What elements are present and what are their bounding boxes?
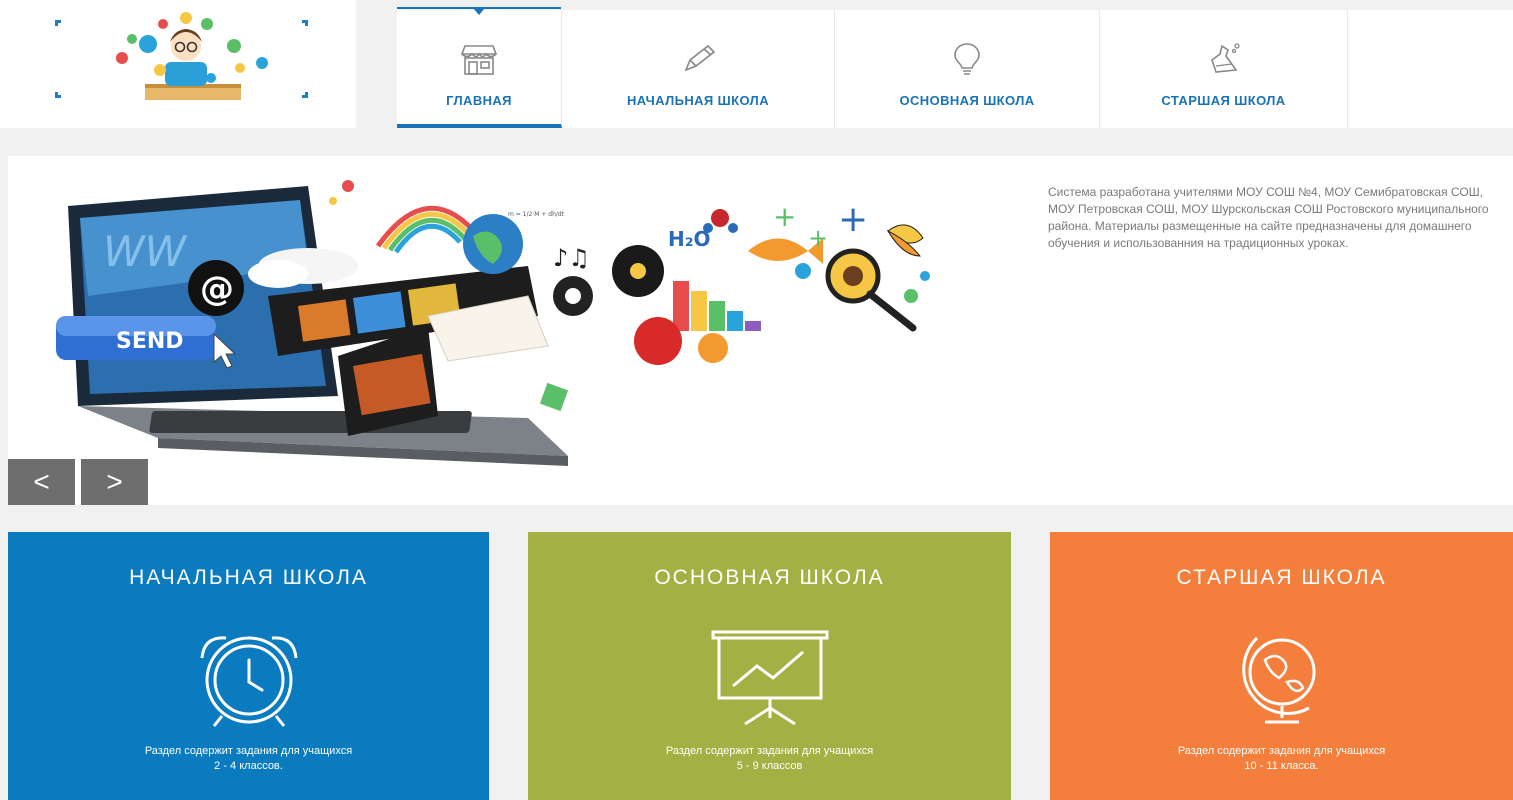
card-primary-school[interactable]: НАЧАЛЬНАЯ ШКОЛА Раздел содержит задания … (8, 532, 489, 800)
banner-plus-2: + (808, 224, 828, 252)
nav-item-primary-school[interactable]: НАЧАЛЬНАЯ ШКОЛА (562, 10, 835, 128)
banner-equation: m = 1/2·M + dh/dt (508, 211, 565, 218)
nav-empty-area (1348, 10, 1513, 128)
card-desc-primary-line2: 2 - 4 классов. (214, 760, 283, 772)
pencil-icon (684, 44, 716, 72)
lightbulb-icon (954, 43, 980, 75)
nav-spacer (356, 10, 397, 128)
card-title-high: СТАРШАЯ ШКОЛА (1176, 566, 1387, 589)
nav-item-high-school[interactable]: СТАРШАЯ ШКОЛА (1100, 10, 1348, 128)
page-root: ГЛАВНАЯ НАЧАЛЬНАЯ ШКОЛА ОСНОВНАЯ ШКОЛА С… (0, 0, 1513, 800)
card-desc-high-line1: Раздел содержит задания для учащихся (1177, 745, 1386, 757)
card-desc-basic: Раздел содержит задания для учащихся 5 -… (528, 744, 1011, 774)
flask-icon (1210, 43, 1240, 73)
chevron-right-icon: > (106, 466, 123, 497)
nav-item-basic-school[interactable]: ОСНОВНАЯ ШКОЛА (835, 10, 1100, 128)
card-desc-primary: Раздел содержит задания для учащихся 2 -… (8, 744, 489, 774)
banner-plus-3: + (838, 199, 868, 240)
hero-section: WW @ SEND ♪♫ H₂O m = 1/2·M + dh/dt + + +… (8, 156, 1513, 505)
site-logo[interactable] (0, 0, 356, 128)
card-desc-high: Раздел содержит задания для учащихся 10 … (1050, 744, 1513, 774)
main-nav: ГЛАВНАЯ НАЧАЛЬНАЯ ШКОЛА ОСНОВНАЯ ШКОЛА С… (356, 7, 1513, 128)
card-desc-basic-line2: 5 - 9 классов (736, 760, 803, 772)
nav-label-primary-school: НАЧАЛЬНАЯ ШКОЛА (627, 93, 769, 108)
banner-send-label: SEND (116, 329, 184, 354)
nav-label-basic-school: ОСНОВНАЯ ШКОЛА (899, 93, 1035, 108)
nav-label-high-school: СТАРШАЯ ШКОЛА (1161, 93, 1286, 108)
card-desc-high-line2: 10 - 11 класса. (1244, 760, 1319, 772)
card-high-school[interactable]: СТАРШАЯ ШКОЛА Раздел содержит задания дл… (1050, 532, 1513, 800)
card-title-primary: НАЧАЛЬНАЯ ШКОЛА (129, 566, 368, 589)
card-desc-basic-line1: Раздел содержит задания для учащихся (665, 745, 874, 757)
slider-prev-button[interactable]: < (8, 459, 75, 505)
chevron-left-icon: < (33, 466, 50, 497)
nav-label-home: ГЛАВНАЯ (446, 93, 512, 108)
education-banner-image: WW @ SEND ♪♫ H₂O m = 1/2·M + dh/dt + + + (56, 180, 930, 466)
alarm-clock-icon (200, 636, 297, 727)
student-logo-icon (116, 12, 268, 100)
image-slider: WW @ SEND ♪♫ H₂O m = 1/2·M + dh/dt + + +… (8, 156, 1011, 505)
banner-plus-1: + (773, 200, 796, 233)
banner-music-notes: ♪♫ (553, 244, 590, 272)
globe-icon (1241, 636, 1315, 724)
card-title-basic: ОСНОВНАЯ ШКОЛА (654, 566, 885, 589)
site-header: ГЛАВНАЯ НАЧАЛЬНАЯ ШКОЛА ОСНОВНАЯ ШКОЛА С… (0, 0, 1513, 128)
card-desc-primary-line1: Раздел содержит задания для учащихся (144, 745, 353, 757)
card-basic-school[interactable]: ОСНОВНАЯ ШКОЛА Раздел содержит задания д… (528, 532, 1011, 800)
nav-item-home[interactable]: ГЛАВНАЯ (397, 7, 562, 128)
site-description: Система разработана учителями МОУ СОШ №4… (1048, 185, 1489, 250)
slider-next-button[interactable]: > (81, 459, 148, 505)
banner-ww-text: WW (103, 227, 188, 276)
shop-icon (460, 45, 498, 75)
banner-at-symbol: @ (200, 269, 234, 309)
presentation-chart-icon (711, 630, 828, 726)
